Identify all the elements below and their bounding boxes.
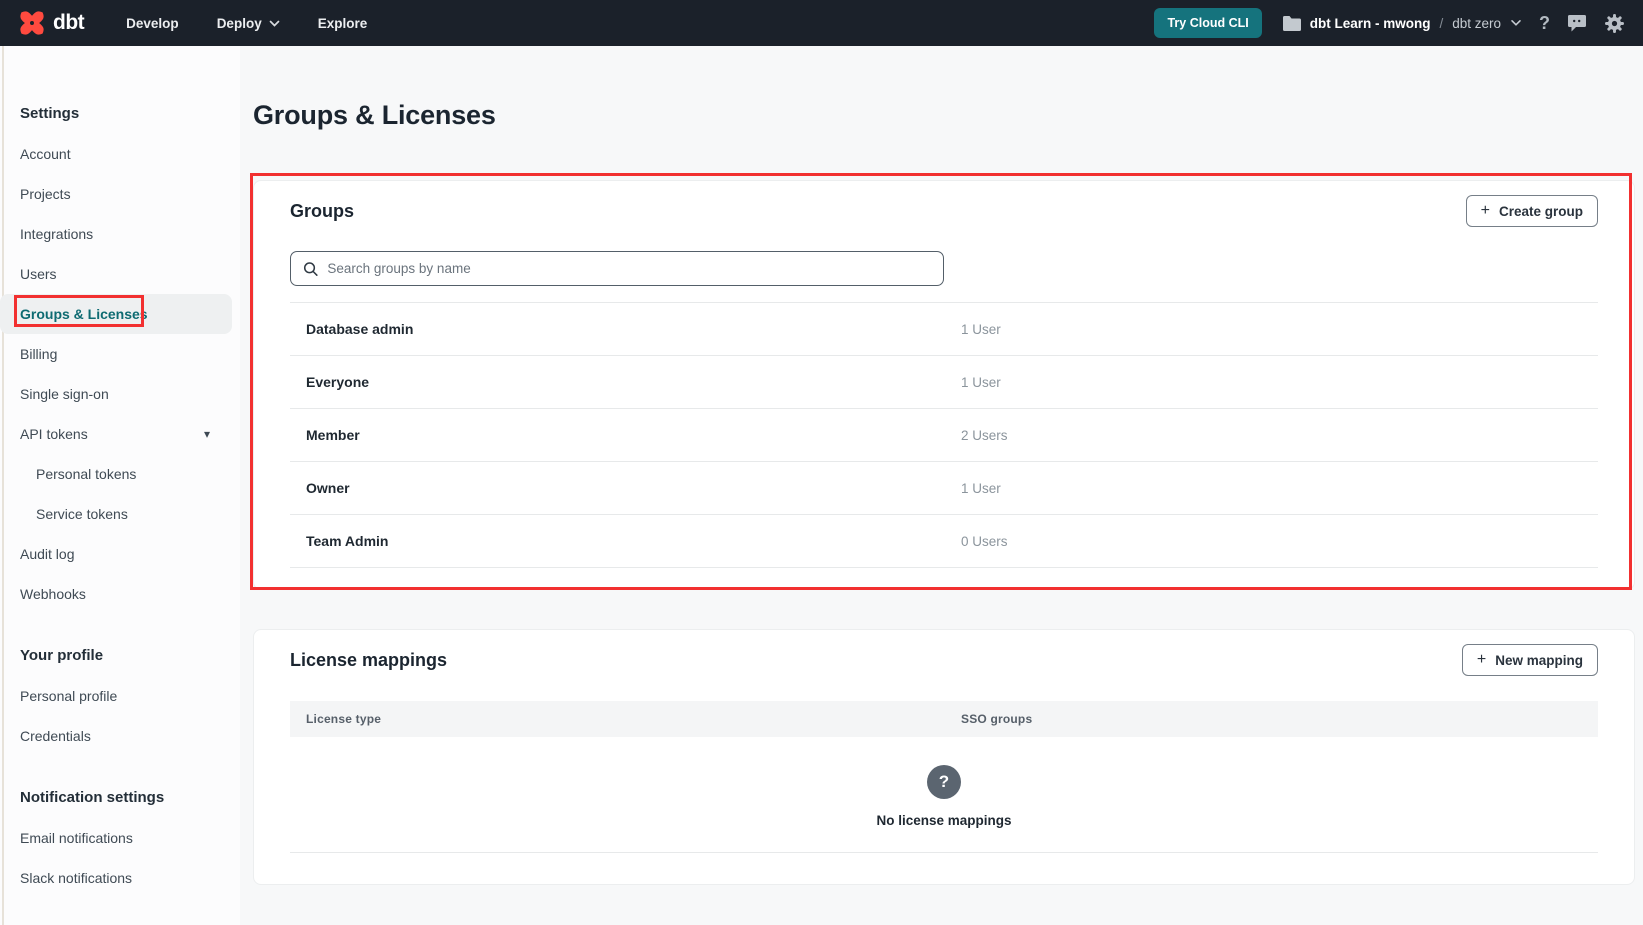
primary-nav: Develop Deploy Explore <box>126 16 367 31</box>
sidebar-item-slack-notifications[interactable]: Slack notifications <box>0 858 240 898</box>
breadcrumb-separator: / <box>1439 16 1443 31</box>
nav-develop-label: Develop <box>126 16 179 31</box>
license-mappings-card: License mappings + New mapping License t… <box>253 629 1635 885</box>
sidebar-item-users[interactable]: Users <box>0 254 240 294</box>
account-breadcrumb: dbt Learn - mwong / dbt zero <box>1283 16 1522 31</box>
group-row-everyone[interactable]: Everyone 1 User <box>290 356 1598 409</box>
sidebar-item-label: Single sign-on <box>20 386 109 402</box>
sidebar-item-projects[interactable]: Projects <box>0 174 240 214</box>
nav-deploy[interactable]: Deploy <box>217 16 280 31</box>
feedback-chat-icon[interactable] <box>1567 14 1587 33</box>
sidebar-heading-notification-settings: Notification settings <box>0 778 240 818</box>
chevron-down-icon[interactable] <box>1510 19 1522 27</box>
group-name: Database admin <box>306 321 413 337</box>
nav-deploy-label: Deploy <box>217 16 262 31</box>
sidebar-item-label: Webhooks <box>20 586 86 602</box>
sidebar-item-credentials[interactable]: Credentials <box>0 716 240 756</box>
sidebar-item-single-sign-on[interactable]: Single sign-on <box>0 374 240 414</box>
sidebar-item-integrations[interactable]: Integrations <box>0 214 240 254</box>
group-user-count: 1 User <box>961 481 1001 496</box>
group-row-owner[interactable]: Owner 1 User <box>290 462 1598 515</box>
group-user-count: 1 User <box>961 322 1001 337</box>
chevron-down-icon <box>269 20 280 27</box>
groups-section-title: Groups <box>290 201 354 222</box>
help-icon[interactable]: ? <box>1539 14 1550 32</box>
group-row-team-admin[interactable]: Team Admin 0 Users <box>290 515 1598 568</box>
sidebar-item-label: API tokens <box>20 426 88 442</box>
group-row-member[interactable]: Member 2 Users <box>290 409 1598 462</box>
new-mapping-label: New mapping <box>1495 653 1583 668</box>
create-group-label: Create group <box>1499 204 1583 219</box>
groups-card: Groups + Create group Database admin 1 U… <box>253 180 1635 590</box>
sidebar-item-api-tokens[interactable]: API tokens ▾ <box>0 414 240 454</box>
sidebar-item-label: Service tokens <box>36 506 128 522</box>
sidebar-item-personal-tokens[interactable]: Personal tokens <box>0 454 240 494</box>
sidebar-item-personal-profile[interactable]: Personal profile <box>0 676 240 716</box>
group-user-count: 0 Users <box>961 534 1008 549</box>
sidebar-item-email-notifications[interactable]: Email notifications <box>0 818 240 858</box>
main-content: Groups & Licenses Groups + Create group … <box>240 46 1643 925</box>
page-title: Groups & Licenses <box>253 96 496 134</box>
license-empty-state: ? No license mappings <box>290 737 1598 853</box>
sidebar-item-audit-log[interactable]: Audit log <box>0 534 240 574</box>
sidebar-item-service-tokens[interactable]: Service tokens <box>0 494 240 534</box>
sidebar-item-label: Groups & Licenses <box>20 306 148 322</box>
sidebar-item-account[interactable]: Account <box>0 134 240 174</box>
group-user-count: 2 Users <box>961 428 1008 443</box>
nav-explore-label: Explore <box>318 16 368 31</box>
settings-sidebar: Settings Account Projects Integrations U… <box>0 46 240 925</box>
sidebar-item-groups-licenses[interactable]: Groups & Licenses <box>0 294 232 334</box>
groups-card-header: Groups + Create group <box>290 181 1598 227</box>
plus-icon: + <box>1477 652 1486 668</box>
navbar-right: Try Cloud CLI dbt Learn - mwong / dbt ze… <box>1154 8 1625 38</box>
search-icon <box>303 261 318 277</box>
try-cloud-cli-button[interactable]: Try Cloud CLI <box>1154 8 1261 38</box>
group-user-count: 1 User <box>961 375 1001 390</box>
question-circle-icon: ? <box>927 765 961 799</box>
new-mapping-button[interactable]: + New mapping <box>1462 644 1598 676</box>
license-mappings-title: License mappings <box>290 650 447 671</box>
create-group-button[interactable]: + Create group <box>1466 195 1598 227</box>
plus-icon: + <box>1481 203 1490 219</box>
top-navbar: dbt Develop Deploy Explore Try Cloud CLI… <box>0 0 1643 46</box>
sidebar-item-label: Billing <box>20 346 57 362</box>
sidebar-item-label: Audit log <box>20 546 74 562</box>
folder-icon <box>1283 16 1301 31</box>
sidebar-item-label: Email notifications <box>20 830 133 846</box>
sidebar-item-label: Projects <box>20 186 71 202</box>
group-name: Everyone <box>306 374 369 390</box>
sidebar-item-label: Integrations <box>20 226 93 242</box>
sidebar-item-label: Users <box>20 266 57 282</box>
sidebar-heading-your-profile: Your profile <box>0 636 240 676</box>
empty-state-text: No license mappings <box>290 813 1598 828</box>
sidebar-item-label: Credentials <box>20 728 91 744</box>
sidebar-item-webhooks[interactable]: Webhooks <box>0 574 240 614</box>
sidebar-item-label: Account <box>20 146 71 162</box>
license-card-header: License mappings + New mapping <box>290 630 1598 676</box>
column-license-type: License type <box>306 712 381 726</box>
gear-icon[interactable] <box>1604 13 1625 34</box>
dbt-logo-icon <box>18 9 46 37</box>
sidebar-item-billing[interactable]: Billing <box>0 334 240 374</box>
logo-text: dbt <box>53 11 84 35</box>
groups-list: Database admin 1 User Everyone 1 User Me… <box>290 302 1598 568</box>
caret-down-icon[interactable]: ▾ <box>204 414 210 454</box>
group-name: Member <box>306 427 360 443</box>
group-name: Team Admin <box>306 533 388 549</box>
sidebar-item-label: Personal tokens <box>36 466 136 482</box>
group-search-box <box>290 251 944 286</box>
account-name[interactable]: dbt Learn - mwong <box>1310 16 1431 31</box>
project-name[interactable]: dbt zero <box>1452 16 1501 31</box>
group-search-input[interactable] <box>327 261 931 276</box>
nav-explore[interactable]: Explore <box>318 16 368 31</box>
sidebar-item-label: Slack notifications <box>20 870 132 886</box>
sidebar-heading-settings: Settings <box>0 94 240 134</box>
sidebar-item-label: Personal profile <box>20 688 117 704</box>
group-name: Owner <box>306 480 350 496</box>
license-table-header: License type SSO groups <box>290 701 1598 737</box>
group-row-database-admin[interactable]: Database admin 1 User <box>290 303 1598 356</box>
dbt-logo[interactable]: dbt <box>18 9 84 37</box>
column-sso-groups: SSO groups <box>961 712 1032 726</box>
nav-develop[interactable]: Develop <box>126 16 179 31</box>
